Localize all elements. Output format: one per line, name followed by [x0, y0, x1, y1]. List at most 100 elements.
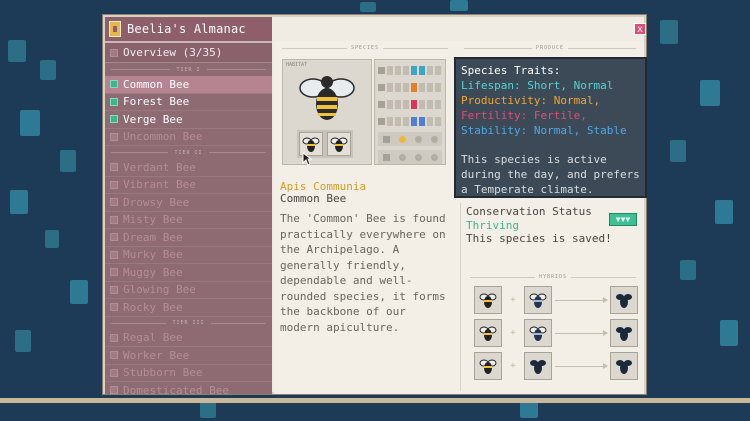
portrait-label: HABITAT	[286, 62, 308, 68]
species-section-header: SPECIES	[278, 44, 452, 52]
undiscovered-icon	[110, 285, 118, 294]
parent-bee-slot[interactable]	[524, 319, 552, 347]
bee-icon	[479, 293, 497, 308]
sidebar-item-misty-bee[interactable]: Misty Bee	[105, 212, 272, 229]
almanac-book-icon	[109, 21, 121, 37]
hybrid-result-slot[interactable]	[610, 319, 638, 347]
window-titlebar: Beelia's Almanac	[105, 17, 272, 43]
undiscovered-icon	[110, 386, 118, 394]
parent-bee-slot[interactable]	[524, 286, 552, 314]
bee-icon	[302, 137, 320, 152]
tooltip-stability: Stability: Normal, Stable	[461, 124, 627, 137]
bee-icon	[529, 326, 547, 341]
window-title: Beelia's Almanac	[127, 22, 246, 36]
unknown-bee-icon	[616, 327, 632, 341]
sidebar-item-drowsy-bee[interactable]: Drowsy Bee	[105, 194, 272, 212]
hybrid-result-slot[interactable]	[610, 352, 638, 380]
stability-icon	[378, 117, 385, 125]
hybrid-row: +	[474, 318, 638, 348]
undiscovered-icon	[110, 368, 118, 377]
tooltip-productivity: Productivity: Normal,	[461, 94, 601, 107]
activity-row[interactable]	[378, 132, 442, 146]
sidebar-item-murky-bee[interactable]: Murky Bee	[105, 247, 272, 264]
undiscovered-icon	[110, 351, 118, 360]
plus-icon: +	[510, 328, 516, 338]
bee-icon	[479, 359, 497, 374]
sidebar-item-regal-bee[interactable]: Regal Bee	[105, 330, 272, 347]
sidebar-item-stubborn-bee[interactable]: Stubborn Bee	[105, 365, 272, 382]
conservation-status: Thriving	[466, 219, 519, 232]
conservation-description: This species is saved!	[466, 232, 612, 245]
sidebar-overview-item[interactable]: Overview (3/35)	[105, 43, 272, 63]
unknown-bee-icon	[616, 294, 632, 308]
species-portrait-box: HABITAT	[282, 59, 372, 165]
tooltip-title: Species Traits:	[461, 64, 561, 77]
arrow-icon	[555, 362, 608, 369]
climate-icon	[382, 153, 390, 161]
undiscovered-icon	[110, 180, 118, 189]
lifespan-stat[interactable]	[378, 63, 442, 77]
hybrid-result-slot[interactable]	[610, 286, 638, 314]
sidebar-item-glowing-bee[interactable]: Glowing Bee	[105, 282, 272, 299]
discovered-icon	[110, 115, 118, 124]
bee-icon	[330, 137, 348, 152]
bee-variant-slot[interactable]	[327, 132, 351, 156]
moon-icon	[414, 135, 422, 143]
tooltip-fertility: Fertility: Fertile,	[461, 109, 587, 122]
bee-icon	[529, 293, 547, 308]
undiscovered-icon	[110, 333, 118, 342]
almanac-window: Beelia's Almanac x Overview (3/35) TIER …	[103, 15, 647, 394]
close-button[interactable]: x	[634, 23, 646, 35]
arrow-icon	[555, 296, 608, 303]
bee-icon	[479, 326, 497, 341]
unknown-bee-icon	[616, 360, 632, 374]
sidebar-item-worker-bee[interactable]: Worker Bee	[105, 347, 272, 365]
undiscovered-icon	[110, 215, 118, 224]
tooltip-lifespan: Lifespan: Short, Normal	[461, 79, 614, 92]
hybrid-recipes: + + +	[474, 285, 638, 384]
hot-icon	[430, 153, 438, 161]
common-name: Common Bee	[280, 192, 347, 205]
tier-separator: TIER III	[105, 317, 272, 330]
species-traits-tooltip: Species Traits: Lifespan: Short, Normal …	[454, 57, 647, 198]
undiscovered-icon	[110, 132, 118, 141]
undiscovered-icon	[110, 250, 118, 259]
fertility-icon	[378, 100, 385, 108]
trait-stats-box	[374, 59, 446, 165]
undiscovered-icon	[110, 268, 118, 277]
undiscovered-icon	[110, 198, 118, 207]
parent-bee-slot[interactable]	[474, 286, 502, 314]
sidebar-item-forest-bee[interactable]: Forest Bee	[105, 94, 272, 111]
arrow-icon	[555, 329, 608, 336]
sidebar-item-domesticated-bee[interactable]: Domesticated Bee	[105, 382, 272, 394]
discovered-icon	[110, 80, 118, 89]
stability-stat[interactable]	[378, 114, 442, 128]
sidebar-item-dream-bee[interactable]: Dream Bee	[105, 229, 272, 247]
parent-bee-slot[interactable]	[474, 319, 502, 347]
column-divider	[460, 203, 461, 391]
climate-row[interactable]	[378, 150, 442, 164]
productivity-icon	[378, 83, 385, 91]
parent-bee-slot[interactable]	[524, 352, 552, 380]
undiscovered-icon	[110, 163, 118, 172]
sidebar-item-uncommon-bee[interactable]: Uncommon Bee	[105, 129, 272, 146]
mouse-cursor-icon	[302, 152, 312, 166]
sidebar-item-verdant-bee[interactable]: Verdant Bee	[105, 159, 272, 177]
sidebar-item-muggy-bee[interactable]: Muggy Bee	[105, 264, 272, 282]
sidebar-item-verge-bee[interactable]: Verge Bee	[105, 111, 272, 129]
sidebar-item-vibrant-bee[interactable]: Vibrant Bee	[105, 177, 272, 194]
conservation-badge-icon: ▼▼▼	[609, 213, 637, 226]
lifespan-icon	[378, 66, 385, 74]
sidebar-item-common-bee[interactable]: Common Bee	[105, 76, 272, 94]
parent-bee-slot[interactable]	[474, 352, 502, 380]
species-detail-panel: SPECIES PRODUCE HABITAT Species Traits: …	[274, 41, 647, 394]
fertility-stat[interactable]	[378, 97, 442, 111]
common-bee-icon	[299, 76, 355, 120]
checkbox-icon	[110, 48, 118, 57]
conservation-label: Conservation Status	[466, 205, 592, 218]
temperate-icon	[414, 153, 422, 161]
productivity-stat[interactable]	[378, 80, 442, 94]
undiscovered-icon	[110, 233, 118, 242]
sidebar-item-rocky-bee[interactable]: Rocky Bee	[105, 299, 272, 317]
unknown-bee-icon	[530, 360, 546, 374]
